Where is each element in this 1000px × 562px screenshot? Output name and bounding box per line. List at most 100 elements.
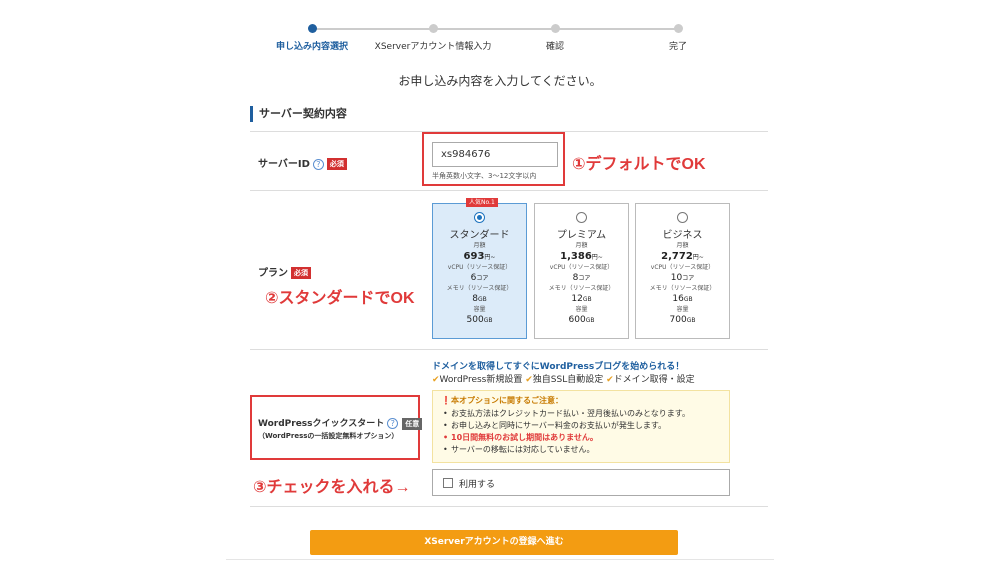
help-icon[interactable]: ? bbox=[312, 158, 324, 170]
price-unit: 円~ bbox=[692, 254, 704, 261]
step-3: 確認 bbox=[490, 20, 620, 52]
step-dot bbox=[428, 24, 438, 33]
check-icon: ✔ bbox=[525, 375, 533, 385]
plan-option-premium[interactable]: プレミアム 月額 1,386円~ vCPU（リソース保証） 8コア メモリ（リソ… bbox=[534, 203, 629, 339]
annotation-wordpress: ③チェックを入れる→ bbox=[253, 479, 411, 496]
gb-unit: GB bbox=[582, 296, 592, 303]
memory-caption: メモリ（リソース保証） bbox=[446, 285, 513, 292]
check-icon: ✔ bbox=[606, 375, 614, 385]
step-label: 完了 bbox=[668, 42, 687, 52]
plan-name: スタンダード bbox=[449, 230, 510, 241]
plan-memory: 16GB bbox=[636, 293, 729, 306]
price-caption: 月額 bbox=[575, 242, 588, 249]
optional-badge: 任意 bbox=[402, 417, 423, 430]
plan-option-business[interactable]: ビジネス 月額 2,772円~ vCPU（リソース保証） 10コア メモリ（リソ… bbox=[635, 203, 730, 339]
required-badge: 必須 bbox=[326, 158, 347, 170]
core-unit: コア bbox=[476, 275, 489, 282]
use-option-box[interactable]: 利用する bbox=[432, 469, 730, 496]
notice-item: お申し込みと同時にサーバー料金のお支払いが発生します。 bbox=[441, 420, 721, 432]
server-id-hint: 半角英数小文字、3〜12文字以内 bbox=[432, 172, 537, 180]
server-id-label-group: サーバーID? 必須 bbox=[258, 155, 347, 170]
gb-unit: GB bbox=[477, 296, 487, 303]
plan-label-group: プラン 必須 bbox=[258, 264, 311, 279]
submit-button[interactable]: XServerアカウントの登録へ進む bbox=[310, 530, 678, 555]
price-unit: 円~ bbox=[484, 254, 496, 261]
vcpu-caption: vCPU（リソース保証） bbox=[549, 264, 614, 271]
storage-value: 600 bbox=[568, 315, 586, 325]
notice-item-warning: 10日間無料のお試し期間はありません。 bbox=[441, 432, 721, 444]
price-value: 2,772 bbox=[661, 251, 693, 262]
progress-stepper: 申し込み内容選択 XServerアカウント情報入力 確認 完了 bbox=[270, 20, 720, 52]
price-caption: 月額 bbox=[676, 242, 689, 249]
plan-radio[interactable] bbox=[474, 212, 485, 223]
plan-label: プラン bbox=[258, 268, 288, 279]
wordpress-label: WordPressクイックスタート bbox=[258, 419, 385, 429]
gb-unit: GB bbox=[683, 296, 693, 303]
divider bbox=[250, 190, 768, 191]
memory-value: 12 bbox=[571, 294, 583, 304]
notice-title-text: 本オプションに関するご注意： bbox=[450, 396, 563, 405]
annotation-server-id: ①デフォルトでOK bbox=[572, 156, 706, 173]
price-unit: 円~ bbox=[591, 254, 603, 261]
notice-list: お支払方法はクレジットカード払い・翌月後払いのみとなります。 お申し込みと同時に… bbox=[441, 408, 721, 456]
wordpress-label-group: WordPressクイックスタート? 任意 bbox=[258, 416, 423, 430]
storage-caption: 容量 bbox=[676, 306, 689, 313]
plan-option-standard[interactable]: スタンダード 月額 693円~ vCPU（リソース保証） 6コア メモリ（リソー… bbox=[432, 203, 527, 339]
gb-unit: GB bbox=[686, 317, 696, 324]
feature-item: 独自SSL自動設定 bbox=[532, 375, 604, 385]
vcpu-caption: vCPU（リソース保証） bbox=[650, 264, 715, 271]
vcpu-value: 10 bbox=[670, 273, 683, 283]
check-icon: ✔ bbox=[432, 375, 440, 385]
notice-item: サーバーの移転には対応していません。 bbox=[441, 444, 721, 456]
step-2: XServerアカウント情報入力 bbox=[368, 20, 498, 52]
plan-name: プレミアム bbox=[556, 230, 607, 241]
gb-unit: GB bbox=[585, 317, 595, 324]
storage-caption: 容量 bbox=[473, 306, 486, 313]
step-4: 完了 bbox=[613, 20, 743, 52]
price-value: 1,386 bbox=[560, 251, 592, 262]
server-id-label: サーバーID bbox=[258, 159, 310, 170]
step-label: 申し込み内容選択 bbox=[275, 42, 348, 52]
divider bbox=[250, 506, 768, 507]
feature-item: WordPress新規設置 bbox=[439, 375, 523, 385]
feature-item: ドメイン取得・設定 bbox=[613, 375, 695, 385]
plan-price: 2,772円~ bbox=[636, 250, 729, 264]
plan-vcpu: 8コア bbox=[535, 272, 628, 285]
storage-value: 500 bbox=[466, 315, 484, 325]
plan-storage: 500GB bbox=[433, 314, 526, 327]
plan-memory: 12GB bbox=[535, 293, 628, 306]
core-unit: コア bbox=[682, 275, 695, 282]
section-title: サーバー契約内容 bbox=[250, 106, 347, 122]
server-id-input[interactable]: xs984676 bbox=[432, 142, 558, 167]
instruction-text: お申し込み内容を入力してください。 bbox=[398, 74, 602, 88]
plan-radio[interactable] bbox=[677, 212, 688, 223]
wordpress-features: ✔WordPress新規設置 ✔独自SSL自動設定 ✔ドメイン取得・設定 bbox=[432, 372, 695, 385]
plan-name: ビジネス bbox=[662, 230, 703, 241]
use-checkbox-label[interactable]: 利用する bbox=[459, 477, 495, 490]
storage-caption: 容量 bbox=[575, 306, 588, 313]
footer-divider bbox=[226, 559, 774, 560]
notice-box: ❗本オプションに関するご注意： お支払方法はクレジットカード払い・翌月後払いのみ… bbox=[432, 390, 730, 463]
core-unit: コア bbox=[578, 275, 591, 282]
step-dot bbox=[307, 24, 317, 33]
price-value: 693 bbox=[463, 251, 485, 262]
notice-title: ❗本オプションに関するご注意： bbox=[441, 395, 721, 406]
annotation-plan: ②スタンダードでOK bbox=[265, 290, 415, 307]
plan-storage: 700GB bbox=[636, 314, 729, 327]
use-checkbox[interactable] bbox=[443, 478, 453, 488]
plan-radio[interactable] bbox=[576, 212, 587, 223]
plan-vcpu: 6コア bbox=[433, 272, 526, 285]
help-icon[interactable]: ? bbox=[387, 418, 399, 429]
vcpu-caption: vCPU（リソース保証） bbox=[447, 264, 512, 271]
required-badge: 必須 bbox=[291, 267, 311, 279]
plan-price: 1,386円~ bbox=[535, 250, 628, 264]
wordpress-sublabel: （WordPressの一括設定無料オプション） bbox=[258, 432, 399, 440]
step-label: 確認 bbox=[545, 42, 564, 52]
memory-value: 16 bbox=[672, 294, 684, 304]
step-label: XServerアカウント情報入力 bbox=[374, 42, 492, 52]
step-dot bbox=[550, 24, 560, 33]
popular-badge: 人気No.1 bbox=[466, 198, 498, 207]
storage-value: 700 bbox=[669, 315, 687, 325]
memory-caption: メモリ（リソース保証） bbox=[548, 285, 615, 292]
plan-memory: 8GB bbox=[433, 293, 526, 306]
